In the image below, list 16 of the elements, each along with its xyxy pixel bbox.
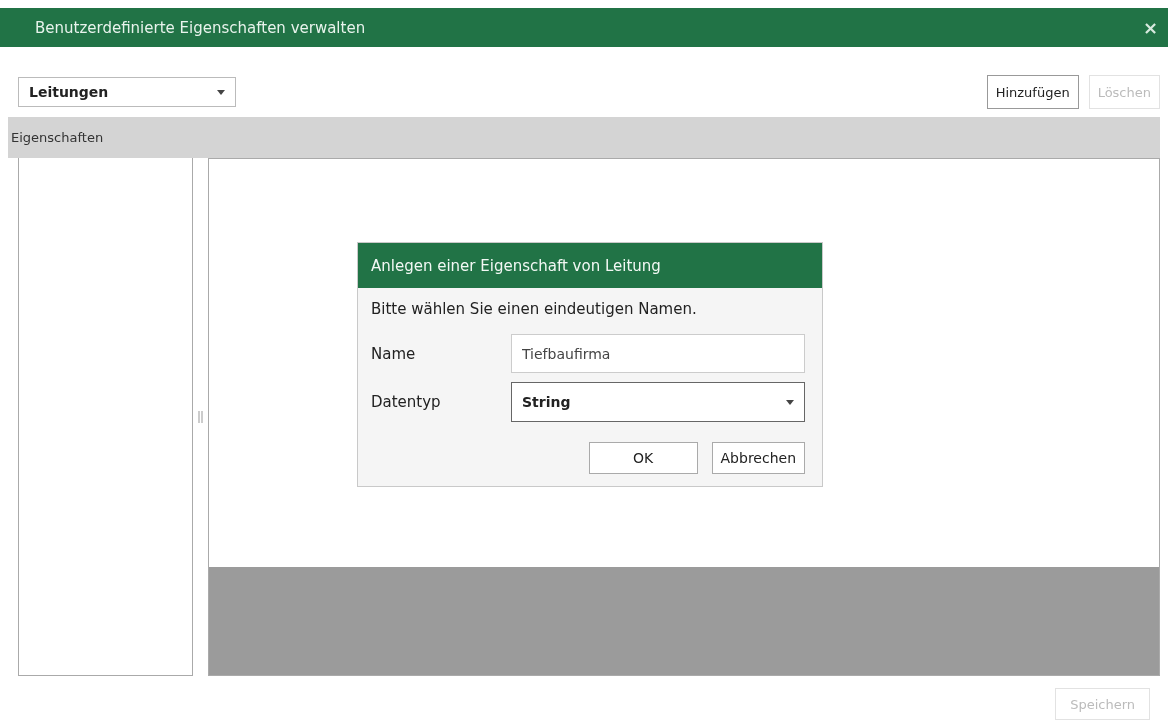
caret-icon bbox=[786, 399, 794, 405]
name-field[interactable]: Tiefbaufirma bbox=[511, 334, 805, 373]
splitter-grip-icon[interactable] bbox=[198, 411, 203, 423]
window-title: Benutzerdefinierte Eigenschaften verwalten bbox=[35, 18, 366, 37]
button[interactable]: Abbrechen bbox=[711, 442, 805, 474]
button[interactable]: Hinzufügen bbox=[986, 75, 1079, 109]
dialog-message: Bitte wählen Sie einen eindeutigen Namen. bbox=[370, 299, 698, 320]
object-dropdown[interactable]: Leitungen bbox=[18, 77, 236, 107]
section-header: Eigenschaften bbox=[8, 117, 1160, 158]
type-dropdown[interactable]: String bbox=[511, 382, 805, 422]
field-label: Datentyp bbox=[371, 393, 442, 411]
caret-icon bbox=[217, 89, 225, 95]
field-label: Name bbox=[371, 344, 417, 363]
button[interactable]: OK bbox=[588, 442, 698, 474]
close-button[interactable]: × bbox=[1140, 17, 1160, 38]
dialog-title: Anlegen einer Eigenschaft von Leitung bbox=[358, 243, 822, 288]
